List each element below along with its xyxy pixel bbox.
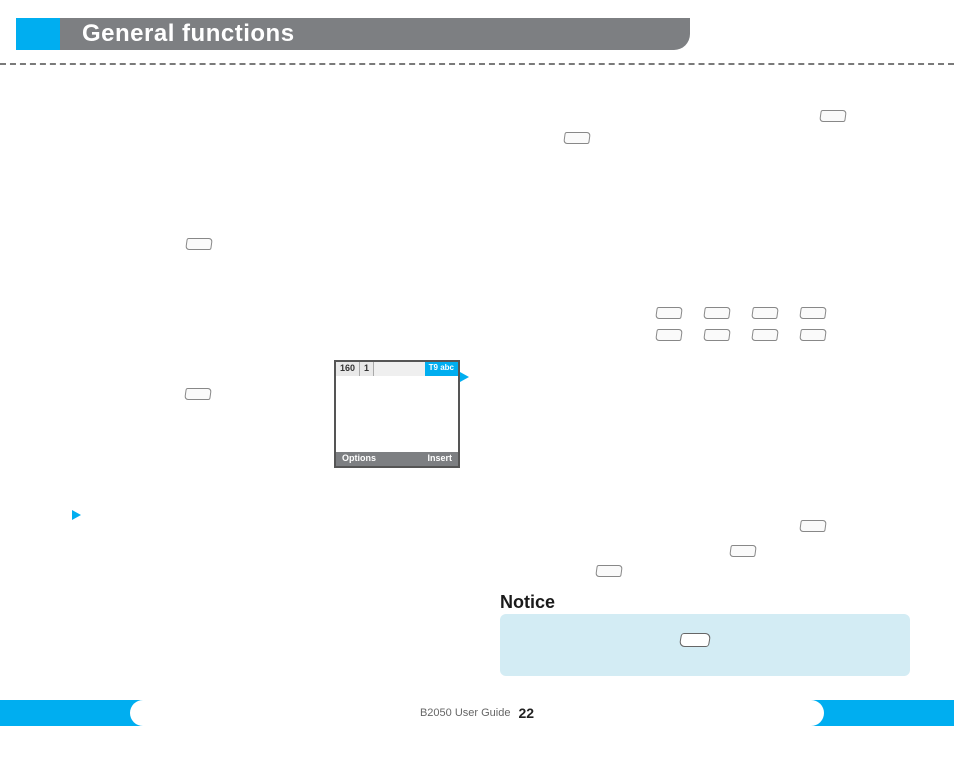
phone-screen-mock: 160 1 T9 abc Options Insert [334,360,460,468]
softkey-left-label: Options [342,453,376,465]
page-title: General functions [82,20,295,48]
keypad-key-icon [751,329,779,341]
keypad-key-icon [679,633,711,647]
keypad-key-icon [655,329,683,341]
keypad-key-icon [799,329,827,341]
keypad-key-cluster [656,307,830,345]
keypad-key-icon [185,238,213,250]
keypad-key-icon [729,545,757,557]
keypad-key-icon [655,307,683,319]
keypad-key-icon [595,565,623,577]
keypad-key-icon [819,110,847,122]
page-header: General functions [0,10,954,54]
input-mode-badge: T9 abc [425,362,458,376]
page-counter: 1 [360,362,374,376]
footer-guide-label: B2050 User Guide [420,707,511,719]
header-divider [0,63,954,65]
notice-heading: Notice [500,592,555,613]
char-counter: 160 [336,362,360,376]
keypad-key-icon [799,307,827,319]
keypad-key-icon [799,520,827,532]
keypad-key-icon [184,388,212,400]
phone-screen-softbar: Options Insert [336,452,458,466]
phone-screen-topbar: 160 1 T9 abc [336,362,458,376]
footer-page-number: 22 [518,705,534,721]
softkey-right-label: Insert [427,453,452,465]
keypad-key-icon [563,132,591,144]
keypad-key-icon [751,307,779,319]
bullet-arrow-icon [72,510,81,520]
header-pill: General functions [60,18,690,50]
keypad-key-icon [703,329,731,341]
keypad-key-icon [703,307,731,319]
callout-arrow-icon [460,372,469,382]
footer-pill: B2050 User Guide 22 [130,700,824,726]
